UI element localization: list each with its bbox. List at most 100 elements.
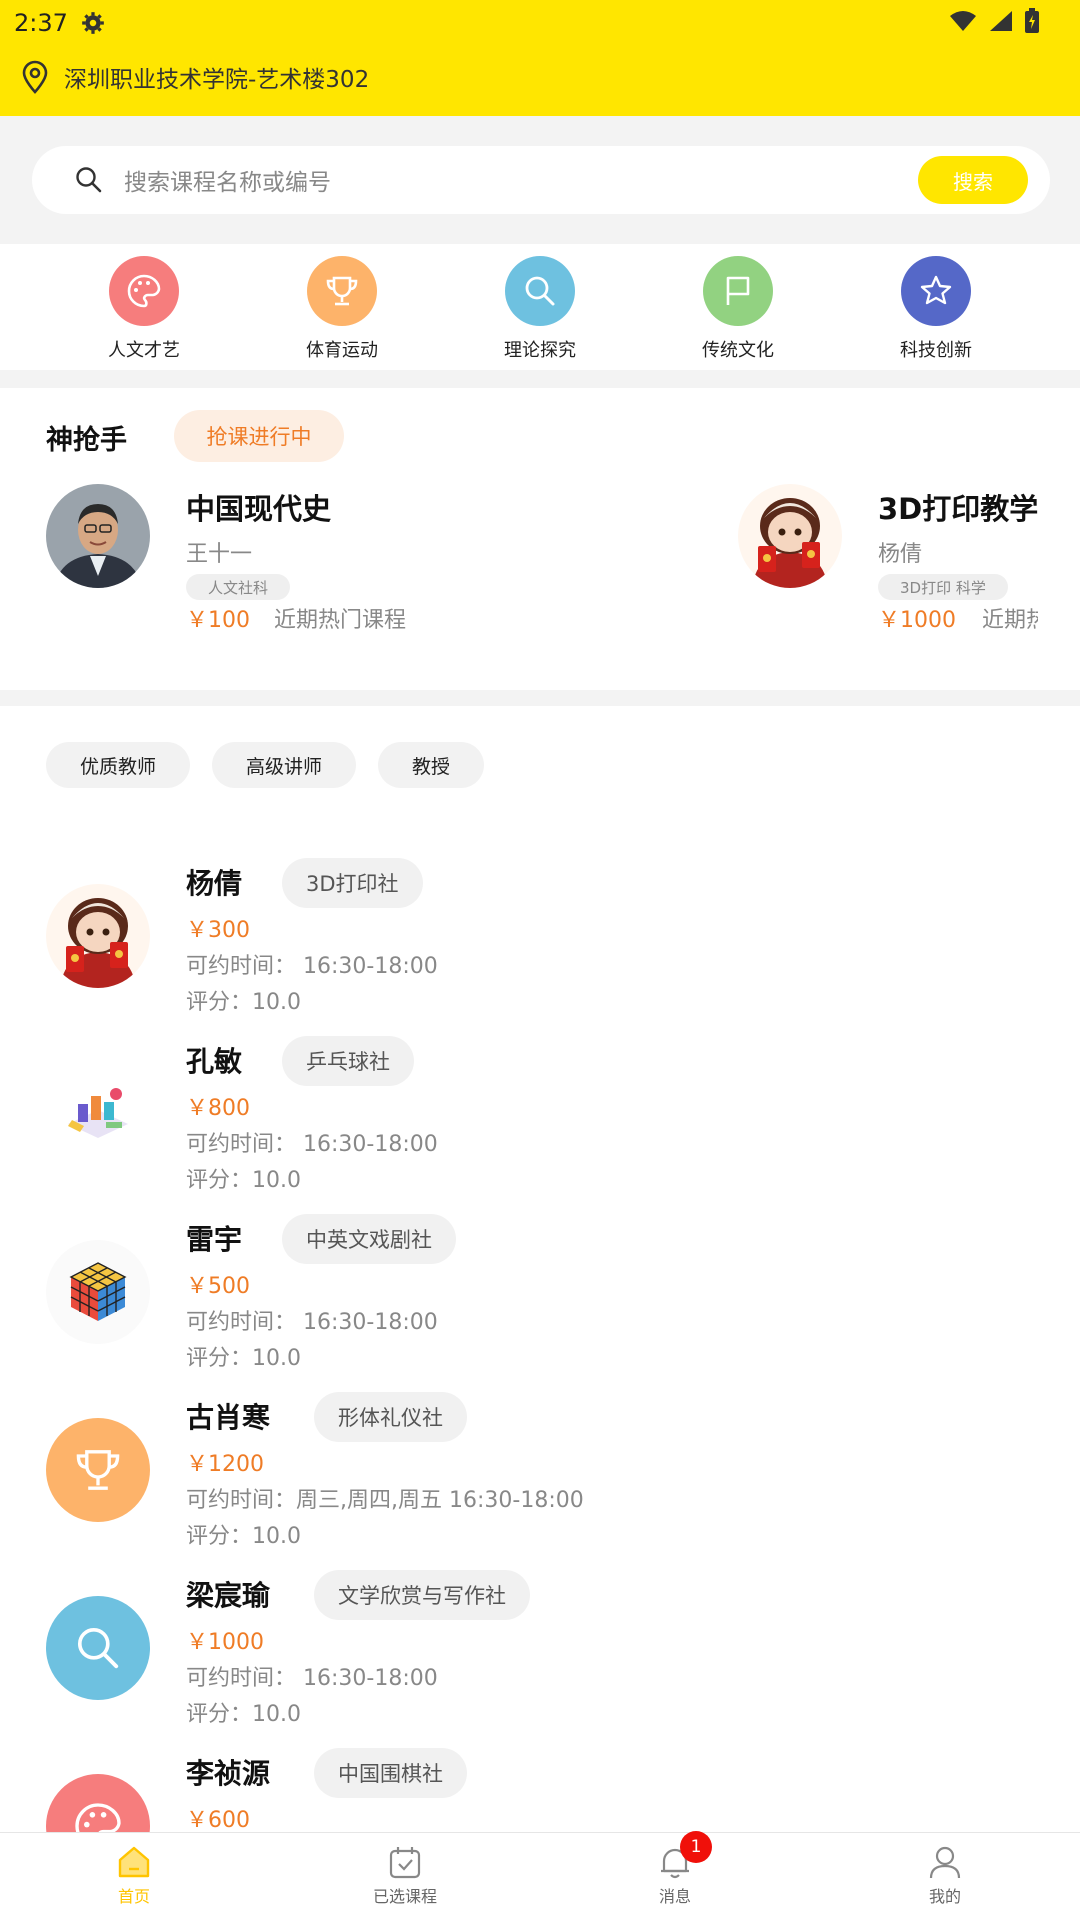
search-icon [76, 167, 102, 193]
section-divider [0, 370, 1080, 388]
club-tag: 乒乓球社 [282, 1036, 414, 1086]
teacher-score: 评分：10.0 [186, 990, 301, 1015]
calendar-check-icon [389, 1847, 421, 1879]
teacher-filter-chips: 优质教师 高级讲师 教授 [46, 742, 485, 788]
club-tag: 3D打印社 [282, 858, 423, 908]
section-divider [0, 690, 1080, 706]
search-input[interactable]: 搜索课程名称或编号 [124, 163, 918, 197]
category-label: 科技创新 [900, 340, 972, 361]
nav-label: 已选课程 [372, 1887, 437, 1906]
course-name: 中国现代史 [186, 492, 332, 526]
category-label: 理论探究 [504, 340, 576, 361]
wifi-icon [950, 11, 976, 31]
teacher-name: 李祯源 [186, 1757, 271, 1790]
teacher-price: ￥300 [186, 918, 250, 943]
teacher-row[interactable]: 雷宇 中英文戏剧社 ￥500 可约时间： 16:30-18:00 评分：10.0 [0, 1196, 1080, 1374]
search-area: 搜索课程名称或编号 搜索 [0, 116, 1080, 244]
course-teacher: 杨倩 [878, 542, 923, 567]
teacher-score: 评分：10.0 [186, 1168, 301, 1193]
nav-label: 消息 [658, 1887, 691, 1906]
status-icons [948, 8, 1040, 34]
avatar [46, 1062, 150, 1166]
bottom-nav: 首页 已选课程 1 消息 我的 [0, 1831, 1080, 1920]
avatar [46, 484, 150, 588]
app-screen: 2:37 深圳职业技术学院-艺术楼302 搜索课程名称或编号 搜索 人文才艺 体… [0, 0, 1080, 1920]
category-label: 人文才艺 [108, 340, 180, 361]
location-text: 深圳职业技术学院-艺术楼302 [64, 67, 370, 93]
category-sports[interactable]: 体育运动 [272, 256, 412, 362]
teacher-row[interactable]: 杨倩 3D打印社 ￥300 可约时间： 16:30-18:00 评分：10.0 [0, 840, 1080, 1018]
palette-icon [109, 256, 179, 326]
location-pin-icon [22, 60, 48, 94]
category-humanities-arts[interactable]: 人文才艺 [74, 256, 214, 362]
teacher-row[interactable]: 梁宸瑜 文学欣赏与写作社 ￥1000 可约时间： 16:30-18:00 评分：… [0, 1552, 1080, 1730]
teacher-name: 杨倩 [186, 867, 243, 900]
course-name: 3D打印教学 [878, 492, 1038, 526]
status-bar: 2:37 [14, 6, 106, 40]
teacher-row[interactable]: 古肖寒 形体礼仪社 ￥1200 可约时间：周三,周四,周五 16:30-18:0… [0, 1374, 1080, 1552]
course-note: 近期热门课程 [274, 608, 407, 633]
teacher-name: 孔敏 [186, 1045, 243, 1078]
club-tag: 文学欣赏与写作社 [314, 1570, 530, 1620]
course-tag: 人文社科 [186, 574, 291, 600]
category-tech-innovation[interactable]: 科技创新 [866, 256, 1006, 362]
rush-course-card[interactable]: 中国现代史 王十一 人文社科 ￥100 近期热门课程 [46, 484, 666, 664]
teacher-price: ￥500 [186, 1274, 250, 1299]
gear-icon [82, 12, 104, 34]
home-icon [118, 1846, 150, 1878]
filter-quality-teacher[interactable]: 优质教师 [46, 742, 191, 788]
nav-label: 首页 [117, 1887, 150, 1906]
avatar [738, 484, 842, 588]
message-count-badge: 1 [680, 1831, 712, 1863]
course-teacher: 王十一 [186, 542, 253, 567]
category-label: 传统文化 [702, 340, 774, 361]
teacher-score: 评分：10.0 [186, 1524, 301, 1549]
teacher-row[interactable]: 李祯源 中国围棋社 ￥600 [0, 1730, 1080, 1832]
available-time: 可约时间： 16:30-18:00 [186, 1132, 438, 1157]
battery-icon [1025, 8, 1039, 33]
teacher-row[interactable]: 孔敏 乒乓球社 ￥800 可约时间： 16:30-18:00 评分：10.0 [0, 1018, 1080, 1196]
rush-course-card[interactable]: 3D打印教学 杨倩 3D打印 科学 ￥1000 近期热门课程 [738, 484, 1038, 664]
search-box[interactable]: 搜索课程名称或编号 搜索 [32, 146, 1050, 214]
trophy-icon [46, 1418, 150, 1522]
filter-professor[interactable]: 教授 [378, 742, 485, 788]
category-traditional-culture[interactable]: 传统文化 [668, 256, 808, 362]
flag-icon [703, 256, 773, 326]
category-theory[interactable]: 理论探究 [470, 256, 610, 362]
nav-messages[interactable]: 1 消息 [605, 1831, 745, 1907]
course-note: 近期热门课程 [982, 608, 1038, 633]
user-icon [929, 1846, 961, 1879]
club-tag: 中英文戏剧社 [282, 1214, 456, 1264]
search-icon [505, 256, 575, 326]
status-badge: 抢课进行中 [174, 410, 344, 462]
star-icon [901, 256, 971, 326]
avatar [46, 1240, 150, 1344]
trophy-icon [307, 256, 377, 326]
palette-icon [46, 1774, 150, 1832]
signal-icon [990, 11, 1012, 31]
teacher-price: ￥800 [186, 1096, 250, 1121]
nav-profile[interactable]: 我的 [875, 1843, 1015, 1907]
search-icon [46, 1596, 150, 1700]
course-price: ￥1000 [878, 608, 956, 633]
search-button[interactable]: 搜索 [918, 156, 1028, 204]
course-tag: 3D打印 科学 [878, 574, 1008, 600]
teacher-price: ￥1000 [186, 1630, 264, 1655]
category-label: 体育运动 [306, 340, 378, 361]
available-time: 可约时间： 16:30-18:00 [186, 1310, 438, 1335]
bell-icon-wrap: 1 [656, 1831, 712, 1881]
teacher-score: 评分：10.0 [186, 1346, 301, 1371]
teacher-price: ￥600 [186, 1808, 250, 1832]
available-time: 可约时间： 16:30-18:00 [186, 1666, 438, 1691]
filter-senior-lecturer[interactable]: 高级讲师 [212, 742, 357, 788]
teacher-name: 雷宇 [186, 1223, 243, 1256]
nav-selected-courses[interactable]: 已选课程 [335, 1843, 475, 1907]
rush-section: 神抢手 抢课进行中 中国现代史 王十一 人文社科 ￥100 近期热门课程 3D打… [0, 388, 1080, 690]
teacher-list: 杨倩 3D打印社 ￥300 可约时间： 16:30-18:00 评分：10.0 … [0, 840, 1080, 1832]
location-bar[interactable]: 深圳职业技术学院-艺术楼302 [20, 60, 369, 94]
category-bar: 人文才艺 体育运动 理论探究 传统文化 科技创新 [0, 244, 1080, 370]
available-time: 可约时间： 16:30-18:00 [186, 954, 438, 979]
avatar [46, 884, 150, 988]
teacher-name: 梁宸瑜 [186, 1579, 271, 1612]
nav-home[interactable]: 首页 [64, 1843, 204, 1907]
